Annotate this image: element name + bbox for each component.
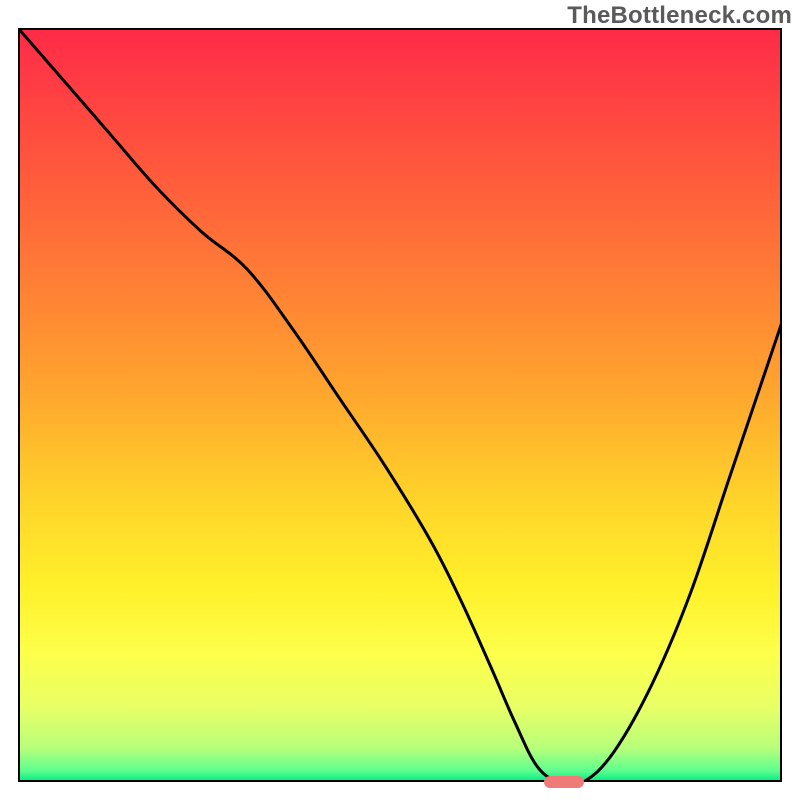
watermark-label: TheBottleneck.com bbox=[567, 2, 792, 30]
optimal-marker bbox=[544, 776, 584, 788]
chart-frame: TheBottleneck.com bbox=[0, 0, 800, 800]
gradient-background bbox=[18, 28, 782, 782]
plot-area bbox=[18, 28, 782, 782]
bottleneck-chart bbox=[18, 28, 782, 782]
